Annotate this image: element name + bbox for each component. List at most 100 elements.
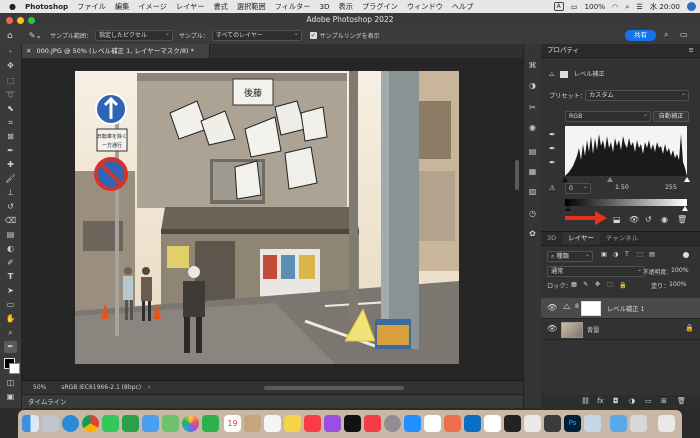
menu-select[interactable]: 選択範囲 xyxy=(237,2,266,12)
layer-row-background[interactable]: 👁 背景 🔒 xyxy=(541,319,700,340)
link-layers-icon[interactable]: ⛓ xyxy=(581,397,590,405)
notes-icon[interactable] xyxy=(284,415,301,432)
black-input-handle[interactable] xyxy=(562,177,568,182)
share-button[interactable]: 共有 xyxy=(625,30,656,41)
learn-panel-icon[interactable]: ⌘ xyxy=(527,60,538,71)
wifi-icon[interactable]: ◠ xyxy=(612,2,618,11)
reminders-icon[interactable] xyxy=(264,415,281,432)
clock[interactable]: 水 20:00 xyxy=(650,2,680,12)
input-source-icon[interactable]: A xyxy=(553,2,564,11)
control-center-icon[interactable]: ☰ xyxy=(636,2,642,11)
menu-file[interactable]: ファイル xyxy=(77,2,106,12)
home-icon[interactable]: ⌂ xyxy=(7,31,13,41)
toolbar-collapse-icon[interactable]: » xyxy=(4,46,17,58)
quick-select-tool-icon[interactable]: ⬉ xyxy=(4,103,17,115)
system-preferences-icon[interactable] xyxy=(384,415,401,432)
crop-tool-icon[interactable]: ⌗ xyxy=(4,117,17,129)
menu-help[interactable]: ヘルプ xyxy=(452,2,474,12)
black-point-eyedropper-icon[interactable]: ✒ xyxy=(549,130,556,139)
opacity-value[interactable]: 100% xyxy=(671,267,689,274)
downloads-folder-icon[interactable] xyxy=(610,415,627,432)
sample-size-dropdown[interactable]: 指定したピクセル xyxy=(94,29,173,41)
eyedropper-tool-icon[interactable]: ✒ xyxy=(4,145,17,157)
swatches-panel-icon[interactable]: ▤ xyxy=(527,146,538,157)
filter-type-icon[interactable]: T xyxy=(625,251,629,258)
history-brush-tool-icon[interactable]: ↺ xyxy=(4,201,17,213)
filter-shape-icon[interactable]: ⬚ xyxy=(637,251,643,258)
pen-tool-icon[interactable]: ✐ xyxy=(4,257,17,269)
user-avatar-icon[interactable] xyxy=(687,2,696,11)
facetime-icon[interactable] xyxy=(122,415,139,432)
slack-icon[interactable] xyxy=(484,415,501,432)
launchpad-icon[interactable] xyxy=(42,415,59,432)
tv-icon[interactable] xyxy=(344,415,361,432)
tab-3d[interactable]: 3D xyxy=(541,232,562,245)
layer-style-icon[interactable]: fx xyxy=(597,397,604,405)
eyedropper-preset-icon[interactable]: ✎⌄ xyxy=(29,31,42,40)
photoshop-icon[interactable]: Ps xyxy=(564,415,581,432)
chrome-icon[interactable] xyxy=(82,415,99,432)
close-document-icon[interactable]: ✕ xyxy=(26,47,31,55)
menu-image[interactable]: イメージ xyxy=(138,2,167,12)
layer-visibility-icon[interactable]: 👁 xyxy=(547,324,557,333)
trash-icon[interactable] xyxy=(658,415,675,432)
channel-dropdown[interactable]: RGB xyxy=(565,110,651,122)
clipping-warning-icon[interactable]: ⚠ xyxy=(549,184,555,192)
timeline-panel-tab[interactable]: タイムライン xyxy=(22,394,523,408)
white-point-eyedropper-icon[interactable]: ✒ xyxy=(549,158,556,167)
preview-icon[interactable] xyxy=(584,415,601,432)
layer-name-levels[interactable]: レベル補正 1 xyxy=(607,304,645,313)
music-icon[interactable] xyxy=(304,415,321,432)
auto-button[interactable]: 自動補正 xyxy=(653,111,689,122)
screen-mode-icon[interactable]: ▣ xyxy=(4,391,17,403)
layer-name-background[interactable]: 背景 xyxy=(587,325,600,334)
menu-plugins[interactable]: プラグイン xyxy=(362,2,398,12)
zoom-level[interactable]: 50% xyxy=(33,384,46,391)
tab-layers[interactable]: レイヤー xyxy=(562,232,600,245)
view-previous-state-icon[interactable]: 👁 xyxy=(629,215,639,224)
activity-monitor-icon[interactable] xyxy=(524,415,541,432)
lock-brush-icon[interactable]: ✎ xyxy=(583,281,588,288)
preset-dropdown[interactable]: カスタム xyxy=(585,89,689,101)
layer-lock-icon[interactable]: 🔒 xyxy=(685,324,694,332)
menu-type[interactable]: 書式 xyxy=(213,2,227,12)
background-layer-thumbnail[interactable] xyxy=(561,322,583,338)
horizontal-scrollbar[interactable] xyxy=(264,386,404,390)
color-profile[interactable]: sRGB IEC61966-2.1 (8bpc) xyxy=(61,384,141,391)
photos-icon[interactable] xyxy=(182,415,199,432)
sample-dropdown[interactable]: すべてのレイヤー xyxy=(211,29,302,41)
layer-kind-filter[interactable]: ⌕ 種類 xyxy=(547,250,593,262)
gradient-tool-icon[interactable]: ▤ xyxy=(4,229,17,241)
clone-stamp-tool-icon[interactable]: ⊥ xyxy=(4,187,17,199)
tab-channels[interactable]: チャンネル xyxy=(600,232,644,245)
menu-window[interactable]: ウィンドウ xyxy=(407,2,443,12)
delete-adjustment-icon[interactable]: 🗑 xyxy=(677,215,687,224)
patterns-panel-icon[interactable]: ▨ xyxy=(527,186,538,197)
libraries-panel-icon[interactable]: ✂ xyxy=(527,102,538,113)
show-ring-checkbox[interactable]: ✓ xyxy=(309,32,317,39)
healing-brush-tool-icon[interactable]: ✚ xyxy=(4,159,17,171)
lock-artboard-icon[interactable]: ⬚ xyxy=(607,281,613,288)
quick-mask-icon[interactable]: ◫ xyxy=(4,377,17,389)
move-tool-icon[interactable]: ✥ xyxy=(4,60,17,72)
terminal-icon[interactable] xyxy=(504,415,521,432)
gray-point-eyedropper-icon[interactable]: ✒ xyxy=(549,144,556,153)
menu-app-name[interactable]: Photoshop xyxy=(25,2,68,11)
white-input-handle[interactable] xyxy=(684,177,690,182)
menu-view[interactable]: 表示 xyxy=(339,2,353,12)
finder-icon[interactable] xyxy=(22,415,39,432)
shape-tool-icon[interactable]: ▭ xyxy=(4,299,17,311)
podcasts-icon[interactable] xyxy=(324,415,341,432)
menu-filter[interactable]: フィルター xyxy=(275,2,311,12)
layer-visibility-icon[interactable]: 👁 xyxy=(547,303,557,312)
battery-icon[interactable]: ▭ xyxy=(571,2,578,11)
reset-adjustment-icon[interactable]: ↺ xyxy=(645,215,652,224)
zoom-tool-icon[interactable]: ⌕ xyxy=(4,327,17,339)
news-icon[interactable] xyxy=(364,415,381,432)
active-eyedropper-tool-icon[interactable]: ✒ xyxy=(4,341,17,353)
blend-mode-dropdown[interactable]: 通常 xyxy=(547,265,645,277)
line-icon[interactable] xyxy=(424,415,441,432)
workspace-switcher-icon[interactable]: ▭ xyxy=(680,30,688,39)
panel-menu-icon[interactable]: ≡ xyxy=(689,44,694,57)
output-white-handle[interactable] xyxy=(682,206,688,211)
